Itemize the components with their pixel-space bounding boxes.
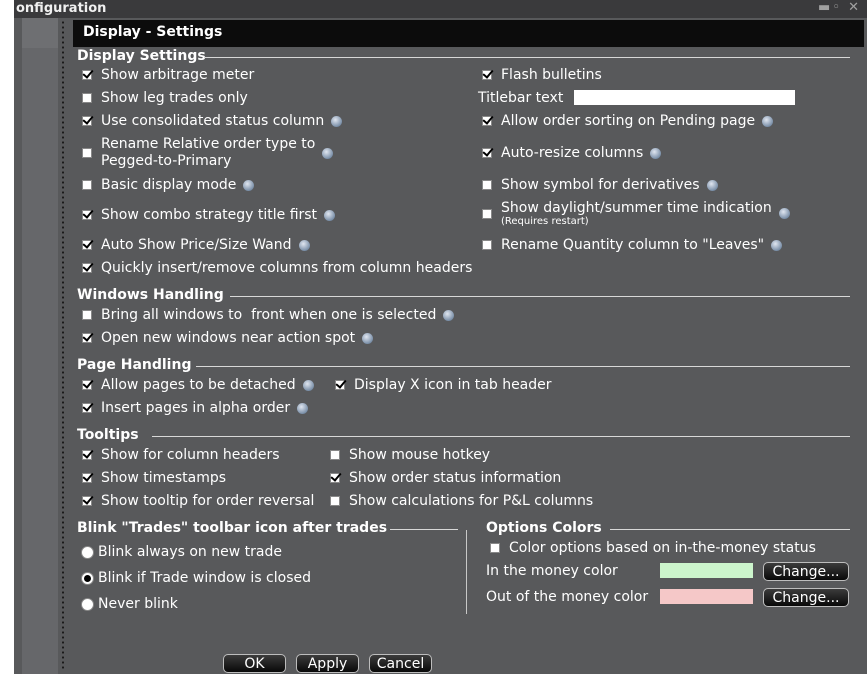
order-sorting-pending-checkbox[interactable]: Allow order sorting on Pending page — [482, 113, 774, 129]
color-options-itm-checkbox[interactable]: Color options based on in-the-money stat… — [490, 540, 816, 556]
pin-icon[interactable]: ▬◦ — [818, 0, 842, 15]
open-windows-near-action-checkbox[interactable]: Open new windows near action spot — [82, 330, 374, 346]
show-leg-trades-checkbox[interactable]: Show leg trades only — [82, 90, 248, 106]
info-icon[interactable] — [650, 147, 662, 159]
navigation-tree[interactable] — [22, 18, 58, 674]
tooltip-timestamps-checkbox[interactable]: Show timestamps — [82, 470, 226, 486]
combo-strategy-title-checkbox[interactable]: Show combo strategy title first — [82, 207, 336, 223]
change-out-money-color-button[interactable]: Change... — [763, 588, 849, 607]
page-handling-heading: Page Handling — [77, 357, 192, 373]
info-icon[interactable] — [443, 309, 455, 321]
window-titlebar: onfiguration ▬◦ ✕ — [14, 0, 867, 18]
ok-button[interactable]: OK — [223, 654, 286, 673]
tooltips-heading: Tooltips — [77, 427, 139, 443]
daylight-time-checkbox[interactable]: Show daylight/summer time indication (Req… — [482, 200, 790, 227]
info-icon[interactable] — [302, 379, 314, 391]
apply-button[interactable]: Apply — [296, 654, 359, 673]
info-icon[interactable] — [243, 179, 255, 191]
quick-insert-columns-checkbox[interactable]: Quickly insert/remove columns from colum… — [82, 260, 472, 276]
windows-handling-heading: Windows Handling — [77, 287, 224, 303]
info-icon[interactable] — [331, 115, 343, 127]
symbol-derivatives-checkbox[interactable]: Show symbol for derivatives — [482, 177, 718, 193]
titlebar-text-label: Titlebar text — [478, 90, 564, 106]
display-x-icon-checkbox[interactable]: Display X icon in tab header — [335, 377, 552, 393]
consolidated-status-checkbox[interactable]: Use consolidated status column — [82, 113, 343, 129]
price-size-wand-checkbox[interactable]: Auto Show Price/Size Wand — [82, 237, 310, 253]
info-icon[interactable] — [771, 239, 783, 251]
in-money-color-swatch — [660, 563, 753, 578]
never-blink-radio[interactable]: Never blink — [81, 596, 178, 612]
tooltip-pl-calculations-checkbox[interactable]: Show calculations for P&L columns — [330, 493, 593, 509]
info-icon[interactable] — [362, 332, 374, 344]
pages-alpha-order-checkbox[interactable]: Insert pages in alpha order — [82, 400, 309, 416]
bring-windows-front-checkbox[interactable]: Bring all windows to front when one is s… — [82, 307, 455, 323]
pages-detached-checkbox[interactable]: Allow pages to be detached — [82, 377, 314, 393]
close-icon[interactable]: ✕ — [848, 0, 861, 15]
change-in-money-color-button[interactable]: Change... — [763, 562, 849, 581]
blink-always-radio[interactable]: Blink always on new trade — [81, 544, 282, 560]
panel-title: Display - Settings — [83, 24, 223, 40]
blink-heading: Blink "Trades" toolbar icon after trades — [77, 520, 388, 536]
out-money-color-label: Out of the money color — [486, 589, 649, 605]
blink-if-closed-radio[interactable]: Blink if Trade window is closed — [81, 570, 311, 586]
splitter-handle[interactable] — [62, 20, 64, 670]
auto-resize-columns-checkbox[interactable]: Auto-resize columns — [482, 145, 662, 161]
info-icon[interactable] — [297, 402, 309, 414]
rename-quantity-checkbox[interactable]: Rename Quantity column to "Leaves" — [482, 237, 783, 253]
flash-bulletins-checkbox[interactable]: Flash bulletins — [482, 67, 602, 83]
info-icon[interactable] — [778, 208, 790, 219]
tooltip-column-headers-checkbox[interactable]: Show for column headers — [82, 447, 280, 463]
titlebar-text-input[interactable] — [574, 90, 795, 105]
show-arbitrage-meter-checkbox[interactable]: Show arbitrage meter — [82, 67, 254, 83]
tooltip-mouse-hotkey-checkbox[interactable]: Show mouse hotkey — [330, 447, 490, 463]
info-icon[interactable] — [322, 147, 334, 159]
basic-display-mode-checkbox[interactable]: Basic display mode — [82, 177, 255, 193]
tooltip-order-reversal-checkbox[interactable]: Show tooltip for order reversal — [82, 493, 314, 509]
info-icon[interactable] — [324, 209, 336, 221]
window-title: onfiguration — [16, 1, 107, 16]
options-colors-heading: Options Colors — [486, 520, 602, 536]
requires-restart-note: (Requires restart) — [501, 216, 589, 227]
settings-panel: Display - Settings Display Settings Show… — [70, 18, 867, 674]
display-settings-heading: Display Settings — [77, 48, 206, 64]
in-money-color-label: In the money color — [486, 563, 618, 579]
configuration-window: onfiguration ▬◦ ✕ Display - Settings Dis… — [0, 0, 867, 683]
panel-header: Display - Settings — [73, 20, 864, 47]
info-icon[interactable] — [298, 239, 310, 251]
cancel-button[interactable]: Cancel — [369, 654, 432, 673]
info-icon[interactable] — [706, 179, 718, 191]
info-icon[interactable] — [762, 115, 774, 127]
rename-relative-checkbox[interactable]: Rename Relative order type to Pegged-to-P… — [82, 136, 334, 170]
tooltip-order-status-checkbox[interactable]: Show order status information — [330, 470, 561, 486]
out-money-color-swatch — [660, 589, 753, 604]
